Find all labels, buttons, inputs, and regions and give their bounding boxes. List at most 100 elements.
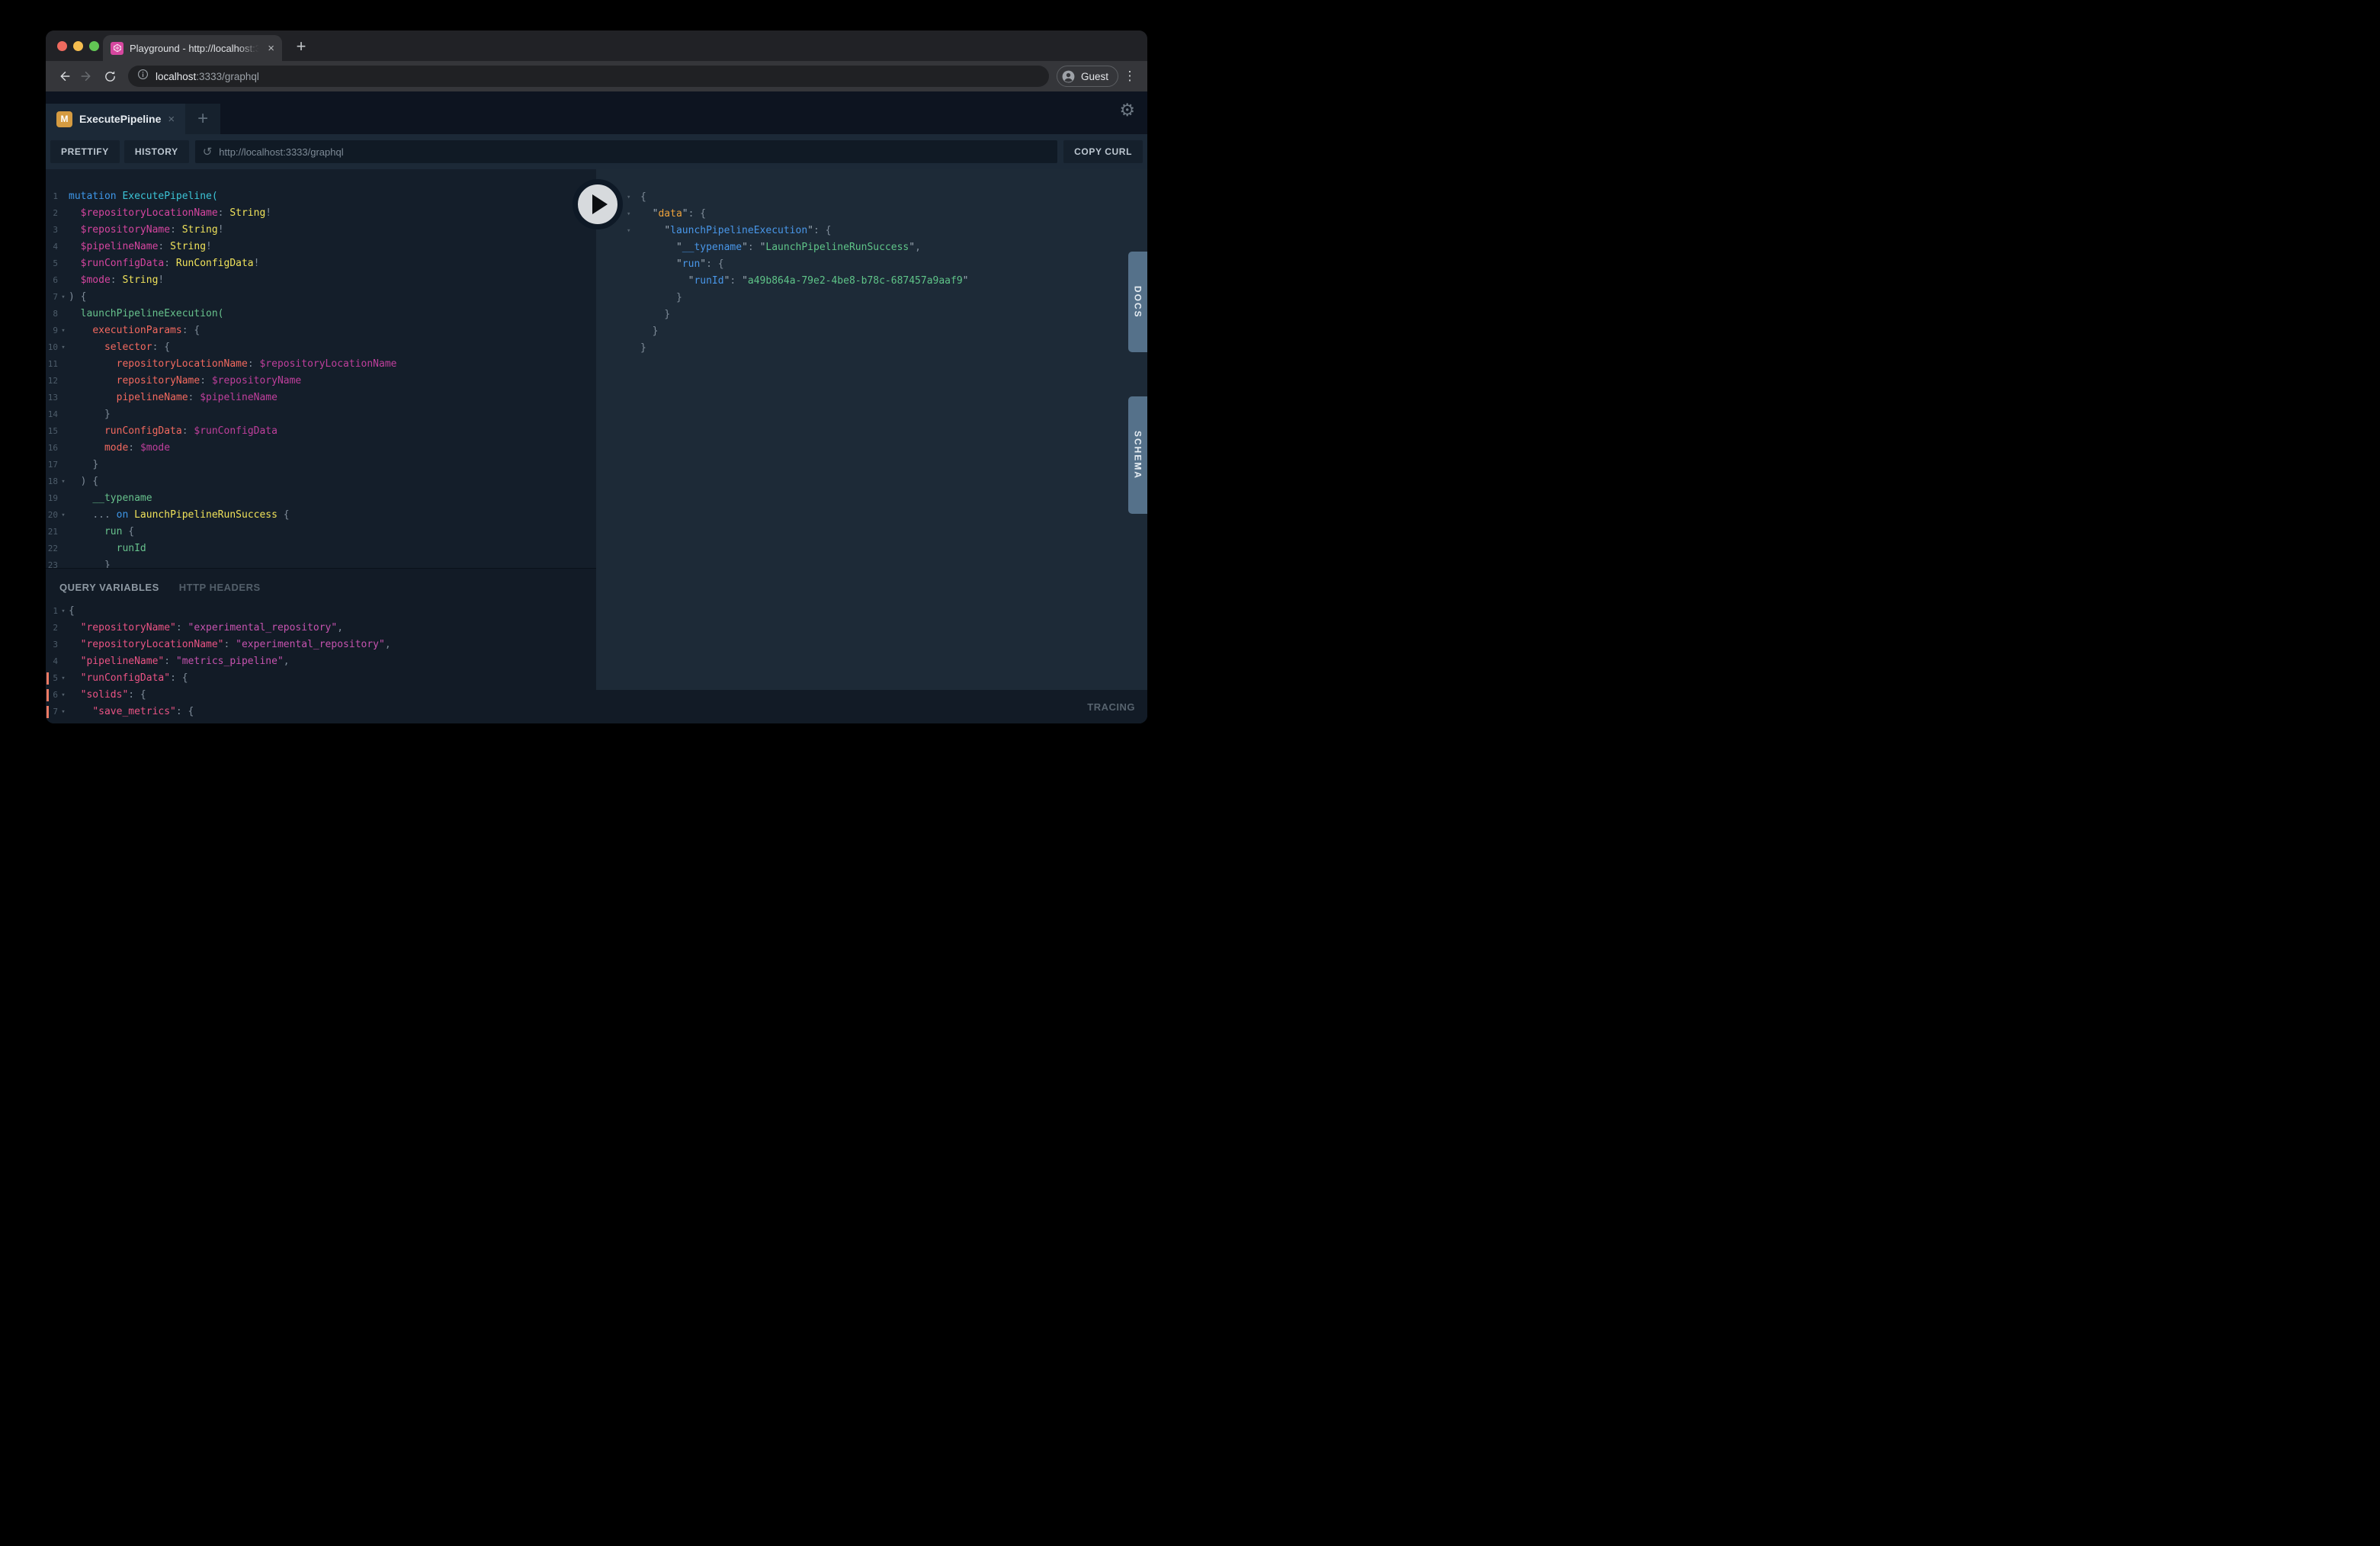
- fold-arrow-icon[interactable]: ▾: [58, 339, 69, 356]
- minimize-window-button[interactable]: [73, 41, 83, 51]
- endpoint-url-text: http://localhost:3333/graphql: [219, 146, 343, 158]
- code-token: "runConfigData": [81, 672, 170, 684]
- code-token: [128, 509, 134, 521]
- code-token: ,: [915, 242, 921, 253]
- code-line: 12 repositoryName: $repositoryName: [46, 373, 596, 390]
- copy-curl-button[interactable]: COPY CURL: [1063, 140, 1143, 163]
- playground-tab-executepipeline[interactable]: M ExecutePipeline ×: [46, 104, 185, 134]
- fold-arrow-icon[interactable]: ▾: [58, 507, 69, 524]
- zoom-window-button[interactable]: [89, 41, 99, 51]
- fold-arrow-icon[interactable]: ▾: [627, 206, 640, 223]
- reload-icon[interactable]: [99, 66, 120, 87]
- code-token: ": [700, 258, 706, 270]
- code-token: $repositoryName: [81, 224, 170, 236]
- code-token: }: [676, 292, 682, 303]
- code-line: 2 $repositoryLocationName: String!: [46, 205, 596, 222]
- fold-arrow-icon[interactable]: ▾: [58, 322, 69, 339]
- fold-arrow-icon[interactable]: ▾: [58, 473, 69, 490]
- code-text: "launchPipelineExecution": {: [640, 223, 831, 239]
- line-number: 6: [46, 272, 58, 289]
- docs-side-tab[interactable]: DOCS: [1128, 252, 1147, 352]
- code-text: run {: [69, 524, 134, 540]
- browser-toolbar: localhost:3333/graphql Guest ⋮: [46, 61, 1147, 91]
- window-controls: [57, 41, 99, 51]
- endpoint-url-field[interactable]: ↺ http://localhost:3333/graphql: [195, 140, 1057, 163]
- code-token: $repositoryLocationName: [81, 207, 218, 219]
- profile-button[interactable]: Guest: [1057, 66, 1118, 87]
- code-token: [640, 258, 676, 270]
- line-number: 13: [46, 390, 58, 406]
- browser-menu-icon[interactable]: ⋮: [1120, 66, 1140, 87]
- code-line: 16 mode: $mode: [46, 440, 596, 457]
- code-token: [640, 326, 653, 337]
- endpoint-history-icon: ↺: [203, 145, 213, 159]
- schema-side-tab[interactable]: SCHEMA: [1128, 396, 1147, 514]
- code-token: {: [277, 509, 290, 521]
- code-line: 4 $pipelineName: String!: [46, 239, 596, 255]
- tracing-toggle[interactable]: TRACING: [1087, 701, 1135, 713]
- code-token: ,: [284, 656, 290, 667]
- code-line: 8 launchPipelineExecution(: [46, 306, 596, 322]
- fold-arrow-icon[interactable]: ▾: [627, 223, 640, 239]
- browser-tab-strip: Playground - http://localhost:3 × +: [46, 30, 1147, 61]
- site-info-icon[interactable]: [137, 69, 149, 84]
- code-text: ) {: [69, 289, 86, 306]
- close-window-button[interactable]: [57, 41, 67, 51]
- browser-tab[interactable]: Playground - http://localhost:3 ×: [103, 35, 282, 61]
- code-token: [111, 509, 117, 521]
- address-bar[interactable]: localhost:3333/graphql: [128, 66, 1049, 87]
- code-token: :: [111, 274, 117, 286]
- fold-arrow-icon[interactable]: ▾: [58, 289, 69, 306]
- code-token: :: [164, 656, 176, 667]
- fold-arrow-icon[interactable]: ▾: [58, 687, 69, 704]
- code-token: : {: [152, 342, 170, 353]
- code-line: }: [596, 306, 1147, 323]
- code-line: 5 $runConfigData: RunConfigData!: [46, 255, 596, 272]
- prettify-button[interactable]: PRETTIFY: [50, 140, 120, 163]
- fold-arrow-icon[interactable]: ▾: [58, 704, 69, 720]
- code-token: launchPipelineExecution: [670, 225, 807, 236]
- code-token: repositoryName: [117, 375, 200, 386]
- execute-play-button[interactable]: [573, 179, 623, 229]
- tab-http-headers[interactable]: HTTP HEADERS: [179, 582, 261, 593]
- code-token: ) {: [69, 291, 86, 303]
- variables-editor[interactable]: 1▾{2 "repositoryName": "experimental_rep…: [46, 593, 596, 720]
- code-token: repositoryLocationName: [117, 358, 248, 370]
- code-token: mutation: [69, 191, 117, 202]
- code-token: [69, 258, 81, 269]
- line-number: 5: [46, 255, 58, 272]
- code-token: :: [730, 275, 742, 287]
- back-icon[interactable]: [53, 66, 75, 87]
- settings-gear-icon[interactable]: ⚙: [1119, 101, 1135, 120]
- code-token: [69, 358, 117, 370]
- query-pane: 1mutation ExecutePipeline(2 $repositoryL…: [46, 169, 596, 723]
- playground-tab-close-icon[interactable]: ×: [168, 113, 175, 126]
- code-line: }: [596, 340, 1147, 357]
- code-token: data: [658, 208, 682, 220]
- code-token: :: [218, 207, 224, 219]
- fold-arrow-icon[interactable]: ▾: [58, 670, 69, 687]
- code-token: __typename: [682, 242, 742, 253]
- code-token: String: [182, 224, 218, 236]
- query-editor[interactable]: 1mutation ExecutePipeline(2 $repositoryL…: [46, 169, 596, 568]
- code-token: [640, 292, 676, 303]
- code-token: :: [164, 258, 170, 269]
- code-text: launchPipelineExecution(: [69, 306, 224, 322]
- browser-new-tab-button[interactable]: +: [290, 35, 313, 58]
- history-button[interactable]: HISTORY: [124, 140, 189, 163]
- line-number: 4: [46, 653, 58, 670]
- code-token: [640, 242, 676, 253]
- code-line: 18▾ ) {: [46, 473, 596, 490]
- code-text: "runId": "a49b864a-79e2-4be8-b78c-687457…: [640, 273, 969, 290]
- code-token: [69, 526, 104, 537]
- code-token: [69, 492, 92, 504]
- forward-icon[interactable]: [76, 66, 98, 87]
- tab-query-variables[interactable]: QUERY VARIABLES: [59, 582, 159, 593]
- fold-arrow-icon[interactable]: ▾: [627, 189, 640, 206]
- fold-arrow-icon[interactable]: ▾: [58, 603, 69, 620]
- code-token: [69, 241, 81, 252]
- code-line: "run": {: [596, 256, 1147, 273]
- playground-new-tab-button[interactable]: +: [185, 104, 220, 134]
- code-text: $runConfigData: RunConfigData!: [69, 255, 259, 272]
- browser-tab-close-icon[interactable]: ×: [268, 43, 274, 54]
